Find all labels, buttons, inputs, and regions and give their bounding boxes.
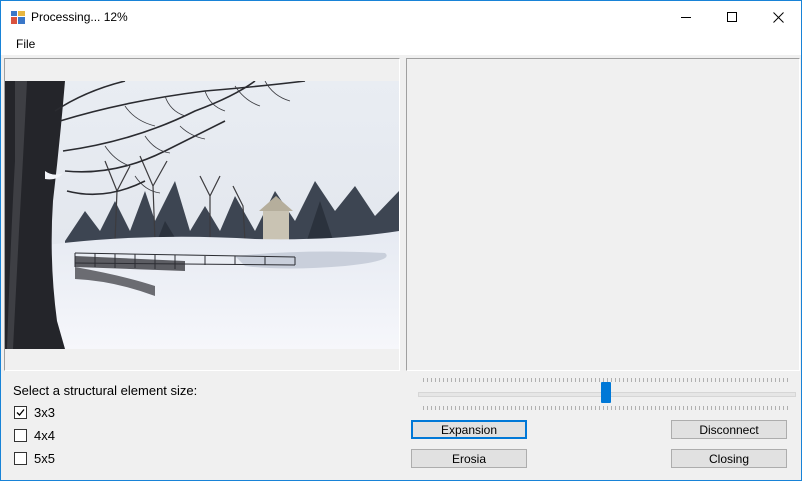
erosia-button[interactable]: Erosia [411,449,527,468]
maximize-icon [727,12,737,22]
minimize-button[interactable] [663,1,709,33]
maximize-button[interactable] [709,1,755,33]
checkbox-label-3x3: 3x3 [34,405,55,420]
close-button[interactable] [755,1,801,33]
checkbox-label-4x4: 4x4 [34,428,55,443]
title-bar[interactable]: Processing... 12% [1,1,801,33]
result-image-panel [406,58,800,371]
source-image-panel [4,58,400,371]
checkbox-3x3[interactable]: 3x3 [14,405,55,420]
main-window: Processing... 12% File Select a structur… [0,0,802,481]
structural-element-label: Select a structural element size: [13,383,198,398]
disconnect-button[interactable]: Disconnect [671,420,787,439]
checkbox-4x4[interactable]: 4x4 [14,428,55,443]
slider-ticks-bottom [423,406,791,410]
app-icon [11,11,25,24]
minimize-icon [681,17,691,18]
expansion-button[interactable]: Expansion [411,420,527,439]
closing-button[interactable]: Closing [671,449,787,468]
menu-file[interactable]: File [10,36,41,52]
checkbox-box-5x5[interactable] [14,452,27,465]
check-icon [16,409,25,416]
window-title: Processing... 12% [31,10,128,24]
checkbox-5x5[interactable]: 5x5 [14,451,55,466]
close-icon [772,11,784,23]
source-image [5,81,399,349]
checkbox-label-5x5: 5x5 [34,451,55,466]
menu-bar: File [1,33,801,56]
checkbox-box-4x4[interactable] [14,429,27,442]
checkbox-box-3x3[interactable] [14,406,27,419]
slider-thumb[interactable] [601,382,611,403]
